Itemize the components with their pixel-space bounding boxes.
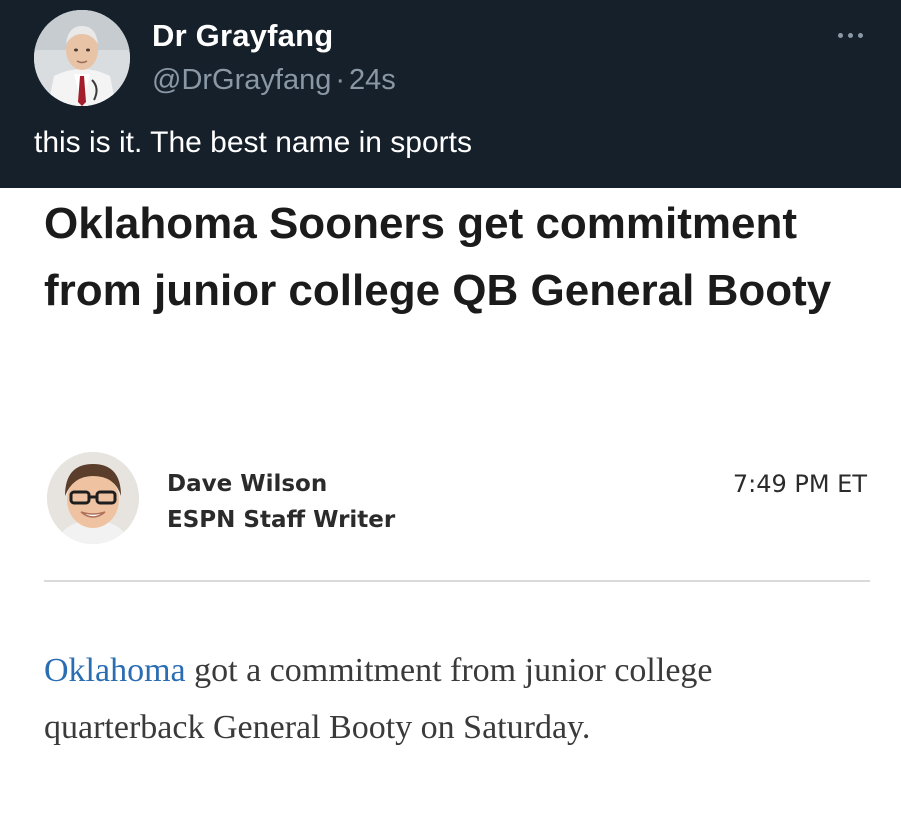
tweet-header: Dr Grayfang @DrGrayfang · 24s this is it. … (0, 0, 901, 188)
team-link[interactable]: Oklahoma (44, 652, 186, 689)
handle-row: @DrGrayfang · 24s (152, 64, 396, 97)
author-portrait-icon (47, 452, 139, 544)
doctor-portrait-icon (34, 10, 130, 106)
divider (44, 580, 870, 582)
article-headline: Oklahoma Sooners get commitment from jun… (44, 199, 832, 315)
article-body: Oklahoma got a commitment from junior co… (44, 642, 854, 756)
tweet-timestamp[interactable]: 24s (349, 64, 396, 96)
user-handle[interactable]: @DrGrayfang (152, 64, 331, 96)
display-name[interactable]: Dr Grayfang (152, 18, 333, 54)
more-horizontal-icon[interactable] (838, 28, 878, 42)
handle-separator: · (335, 64, 345, 96)
user-avatar[interactable] (34, 10, 130, 106)
tweet-text: this is it. The best name in sports (34, 126, 472, 159)
article-time: 7:49 PM ET (732, 470, 867, 498)
author-avatar (47, 452, 139, 544)
author-role: ESPN Staff Writer (167, 507, 396, 533)
author-name[interactable]: Dave Wilson (167, 471, 327, 497)
